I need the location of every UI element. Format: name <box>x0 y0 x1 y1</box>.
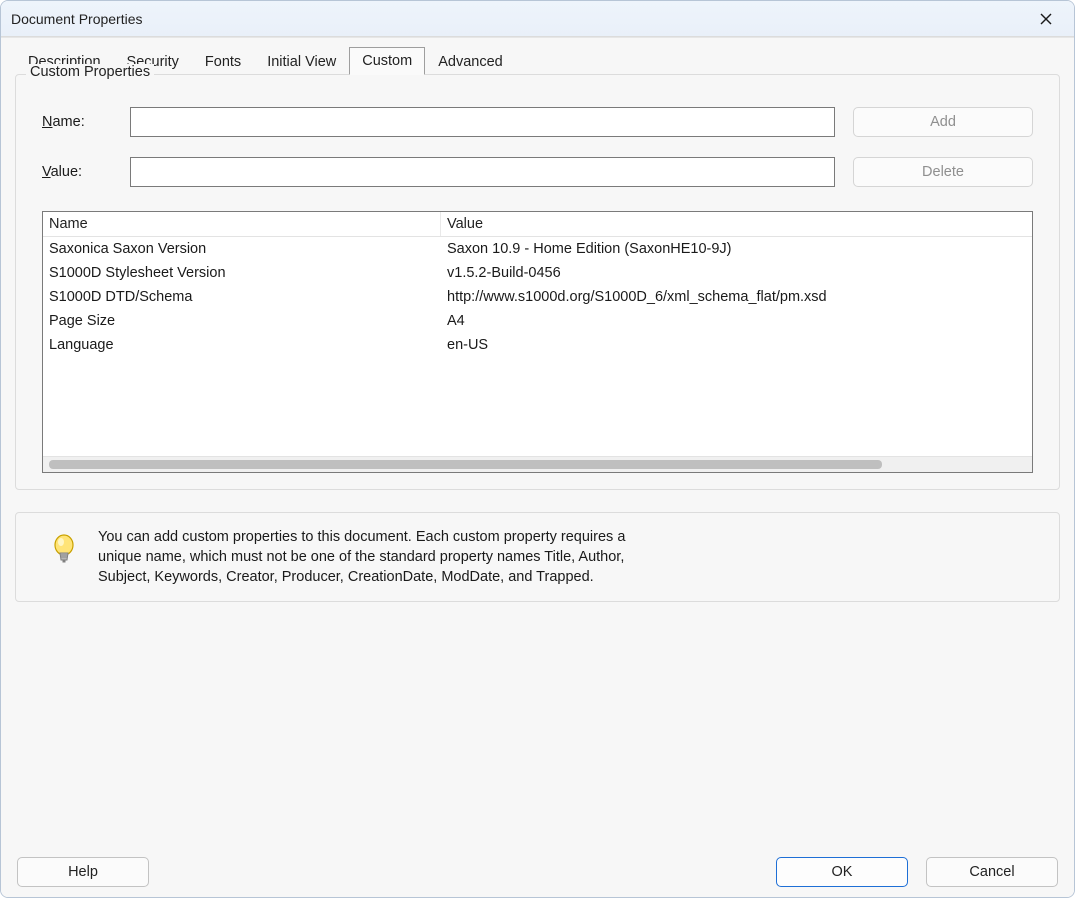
properties-table[interactable]: Name Value Saxonica Saxon Version Saxon … <box>42 211 1033 473</box>
help-button[interactable]: Help <box>17 857 149 887</box>
cell-value: v1.5.2-Build-0456 <box>441 261 1032 285</box>
horizontal-scrollbar[interactable] <box>43 456 1032 472</box>
tab-bar: Description Security Fonts Initial View … <box>15 46 1066 74</box>
column-header-name[interactable]: Name <box>43 212 441 236</box>
ok-button[interactable]: OK <box>776 857 908 887</box>
name-label: Name: <box>42 114 112 130</box>
form-area: Name: Add Value: Delete <box>42 107 1033 187</box>
table-row[interactable]: S1000D Stylesheet Version v1.5.2-Build-0… <box>43 261 1032 285</box>
cancel-button[interactable]: Cancel <box>926 857 1058 887</box>
name-input[interactable] <box>130 107 835 137</box>
column-header-value[interactable]: Value <box>441 212 1032 236</box>
value-label: Value: <box>42 164 112 180</box>
info-text: You can add custom properties to this do… <box>98 527 638 587</box>
scrollbar-thumb[interactable] <box>49 460 882 469</box>
table-row[interactable]: Page Size A4 <box>43 309 1032 333</box>
cell-name: Page Size <box>43 309 441 333</box>
window-title: Document Properties <box>11 11 1028 27</box>
dialog-body: Description Security Fonts Initial View … <box>1 37 1074 897</box>
close-icon <box>1039 12 1053 26</box>
add-button[interactable]: Add <box>853 107 1033 137</box>
cell-name: Saxonica Saxon Version <box>43 237 441 261</box>
table-row[interactable]: S1000D DTD/Schema http://www.s1000d.org/… <box>43 285 1032 309</box>
value-input[interactable] <box>130 157 835 187</box>
info-box: You can add custom properties to this do… <box>15 512 1060 602</box>
lightbulb-icon <box>52 533 76 569</box>
table-header: Name Value <box>43 212 1032 237</box>
delete-button[interactable]: Delete <box>853 157 1033 187</box>
custom-properties-group: Custom Properties Name: Add Value: Delet… <box>15 74 1060 490</box>
tab-fonts[interactable]: Fonts <box>192 48 254 75</box>
tab-advanced[interactable]: Advanced <box>425 48 516 75</box>
table-body: Saxonica Saxon Version Saxon 10.9 - Home… <box>43 237 1032 456</box>
cell-name: Language <box>43 333 441 357</box>
cell-value: Saxon 10.9 - Home Edition (SaxonHE10-9J) <box>441 237 1032 261</box>
cell-name: S1000D DTD/Schema <box>43 285 441 309</box>
dialog-window: Document Properties Description Security… <box>0 0 1075 898</box>
table-row[interactable]: Language en-US <box>43 333 1032 357</box>
dialog-footer: Help OK Cancel <box>9 849 1066 887</box>
close-button[interactable] <box>1028 5 1064 33</box>
table-row[interactable]: Saxonica Saxon Version Saxon 10.9 - Home… <box>43 237 1032 261</box>
cell-value: http://www.s1000d.org/S1000D_6/xml_schem… <box>441 285 1032 309</box>
group-legend: Custom Properties <box>26 64 154 80</box>
tab-custom[interactable]: Custom <box>349 47 425 75</box>
titlebar: Document Properties <box>1 1 1074 37</box>
tab-initial-view[interactable]: Initial View <box>254 48 349 75</box>
cell-name: S1000D Stylesheet Version <box>43 261 441 285</box>
cell-value: en-US <box>441 333 1032 357</box>
cell-value: A4 <box>441 309 1032 333</box>
